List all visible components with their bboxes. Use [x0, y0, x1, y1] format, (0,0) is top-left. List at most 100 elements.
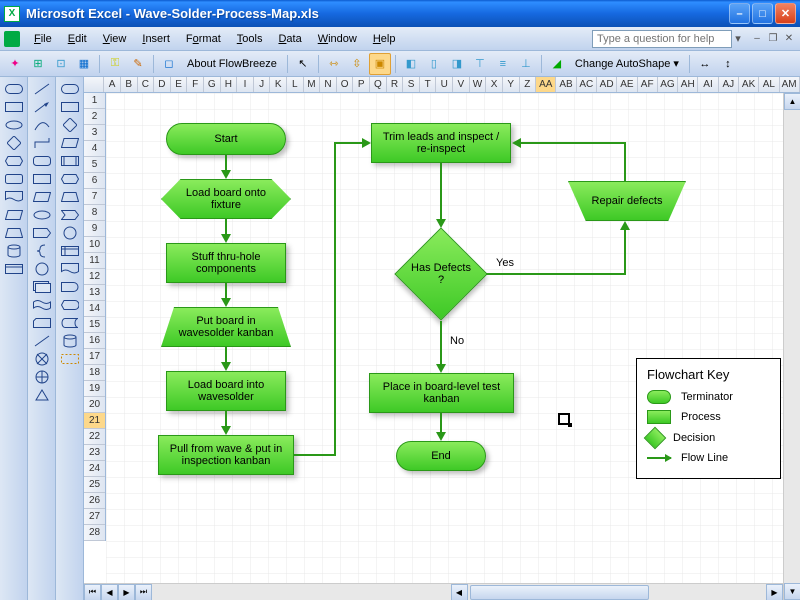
palette-chev-icon[interactable] — [59, 207, 81, 222]
hscroll-track[interactable] — [468, 584, 767, 600]
menu-format[interactable]: Format — [178, 30, 229, 48]
row-header[interactable]: 18 — [84, 365, 105, 381]
column-header[interactable]: Z — [520, 77, 537, 92]
tb-align-center-icon[interactable]: ▯ — [423, 53, 445, 75]
vertical-scrollbar[interactable]: ▲ ▼ — [783, 93, 800, 600]
row-header[interactable]: 28 — [84, 525, 105, 541]
column-header[interactable]: I — [237, 77, 254, 92]
palette-delay-icon[interactable] — [59, 279, 81, 294]
tb-align-right-icon[interactable]: ◨ — [446, 53, 468, 75]
app-icon[interactable] — [4, 31, 20, 47]
row-header[interactable]: 23 — [84, 445, 105, 461]
flowchart-key[interactable]: Flowchart Key Terminator Process Decisio… — [636, 358, 781, 479]
tb-chart-icon[interactable]: ⊡ — [50, 53, 72, 75]
column-header[interactable]: T — [420, 77, 437, 92]
column-header[interactable]: S — [403, 77, 420, 92]
palette-tab-icon[interactable] — [3, 261, 25, 276]
column-header[interactable]: P — [353, 77, 370, 92]
palette-curve-icon[interactable] — [31, 117, 53, 132]
node-end[interactable]: End — [396, 441, 486, 471]
scroll-down-button[interactable]: ▼ — [784, 583, 800, 600]
menu-edit[interactable]: Edit — [60, 30, 95, 48]
node-repair[interactable]: Repair defects — [568, 181, 686, 221]
row-header[interactable]: 19 — [84, 381, 105, 397]
node-load-fixture[interactable]: Load board onto fixture — [161, 179, 291, 219]
tb-grid-icon[interactable]: ▦ — [73, 53, 95, 75]
sheet-first-button[interactable]: ⏮ — [84, 584, 101, 600]
palette-pent-icon[interactable] — [31, 225, 53, 240]
row-header[interactable]: 13 — [84, 285, 105, 301]
palette-doc-icon[interactable] — [3, 189, 25, 204]
palette-rect2-icon[interactable] — [31, 171, 53, 186]
column-header[interactable]: AH — [678, 77, 698, 92]
palette-line-icon[interactable] — [31, 81, 53, 96]
column-header[interactable]: AK — [739, 77, 759, 92]
tb-align-bottom-icon[interactable]: ⊥ — [515, 53, 537, 75]
menu-view[interactable]: View — [95, 30, 135, 48]
node-put-kanban[interactable]: Put board in wavesolder kanban — [161, 307, 291, 347]
palette-box-icon[interactable] — [59, 99, 81, 114]
doc-restore-button[interactable]: ❐ — [766, 32, 780, 46]
column-header[interactable]: E — [171, 77, 188, 92]
tb-key-icon[interactable]: ⚿ — [104, 53, 126, 75]
palette-otimes-icon[interactable] — [31, 351, 53, 366]
palette-circ-icon[interactable] — [59, 225, 81, 240]
tb-style-icon[interactable]: ◢ — [546, 53, 568, 75]
row-header[interactable]: 3 — [84, 125, 105, 141]
node-trim[interactable]: Trim leads and inspect / re-inspect — [371, 123, 511, 163]
column-header[interactable]: O — [337, 77, 354, 92]
palette-arrow-icon[interactable] — [31, 99, 53, 114]
column-header[interactable]: AI — [698, 77, 718, 92]
palette-dbl-icon[interactable] — [31, 279, 53, 294]
scroll-up-button[interactable]: ▲ — [784, 93, 800, 110]
palette-rect-icon[interactable] — [3, 99, 25, 114]
node-load-wavesolder[interactable]: Load board into wavesolder — [166, 371, 286, 411]
palette-ellipse-icon[interactable] — [31, 207, 53, 222]
tb-vselect-icon[interactable]: ⇳ — [346, 53, 368, 75]
palette-para2-icon[interactable] — [59, 135, 81, 150]
column-header[interactable]: X — [486, 77, 503, 92]
column-header[interactable]: AG — [658, 77, 678, 92]
palette-frame-icon[interactable] — [59, 153, 81, 168]
palette-disp-icon[interactable] — [59, 297, 81, 312]
palette-elbow-icon[interactable] — [31, 135, 53, 150]
sheet-next-button[interactable]: ▶ — [118, 584, 135, 600]
scroll-left-button[interactable]: ◀ — [451, 584, 468, 600]
spreadsheet-area[interactable]: ABCDEFGHIJKLMNOPQRSTUVWXYZAAABACADAEAFAG… — [84, 77, 800, 600]
minimize-button[interactable]: – — [729, 3, 750, 24]
palette-cyl2-icon[interactable] — [59, 333, 81, 348]
scroll-right-button[interactable]: ▶ — [766, 584, 783, 600]
menu-window[interactable]: Window — [310, 30, 365, 48]
doc-close-button[interactable]: ✕ — [782, 32, 796, 46]
column-header[interactable]: AD — [597, 77, 617, 92]
column-header[interactable]: H — [221, 77, 238, 92]
palette-store-icon[interactable] — [59, 315, 81, 330]
column-header[interactable]: U — [436, 77, 453, 92]
row-header[interactable]: 26 — [84, 493, 105, 509]
row-header[interactable]: 22 — [84, 429, 105, 445]
row-header[interactable]: 12 — [84, 269, 105, 285]
help-dropdown-icon[interactable]: ▾ — [732, 32, 744, 45]
column-header[interactable]: G — [204, 77, 221, 92]
palette-cyl-icon[interactable] — [3, 243, 25, 258]
row-header[interactable]: 14 — [84, 301, 105, 317]
node-stuff[interactable]: Stuff thru-hole components — [166, 243, 286, 283]
column-header[interactable]: A — [104, 77, 121, 92]
palette-hex2-icon[interactable] — [59, 171, 81, 186]
horizontal-scrollbar[interactable]: ⏮ ◀ ▶ ⏭ ◀ ▶ — [84, 583, 783, 600]
row-header[interactable]: 4 — [84, 141, 105, 157]
tb-align-middle-icon[interactable]: ≡ — [492, 53, 514, 75]
row-header[interactable]: 6 — [84, 173, 105, 189]
column-header[interactable]: AJ — [719, 77, 739, 92]
column-header[interactable]: F — [187, 77, 204, 92]
menu-file[interactable]: File — [26, 30, 60, 48]
column-header[interactable]: C — [138, 77, 155, 92]
node-pull-inspect[interactable]: Pull from wave & put in inspection kanba… — [158, 435, 294, 475]
palette-pill-icon[interactable] — [59, 81, 81, 96]
select-all-corner[interactable] — [84, 77, 104, 92]
column-header[interactable]: L — [287, 77, 304, 92]
column-header[interactable]: AA — [536, 77, 556, 92]
row-header[interactable]: 1 — [84, 93, 105, 109]
palette-data-icon[interactable] — [3, 207, 25, 222]
column-header[interactable]: V — [453, 77, 470, 92]
